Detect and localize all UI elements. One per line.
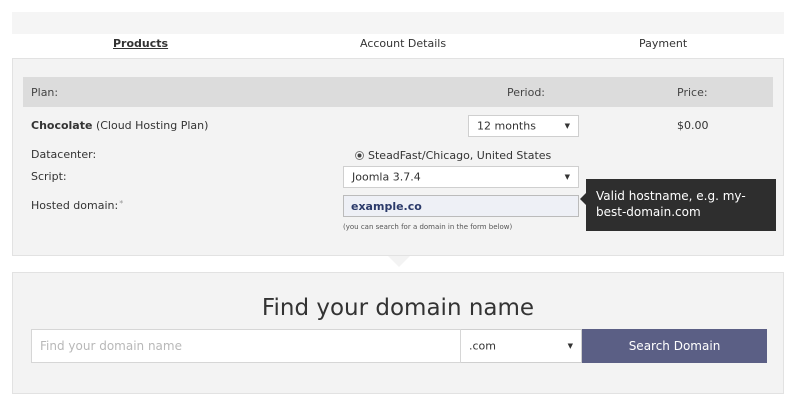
script-label: Script: [31,170,67,183]
tld-select-value: .com [469,339,496,353]
price-value: $0.00 [677,119,709,132]
search-title: Find your domain name [261,295,535,321]
domain-hint: (you can search for a domain in the form… [343,223,513,231]
table-header: Plan: Period: Price: [23,77,773,107]
hosted-domain-label-wrap: Hosted domain:* [31,199,123,212]
datacenter-radio[interactable]: SteadFast/Chicago, United States [355,149,551,162]
header-period: Period: [507,86,546,99]
step-payment[interactable]: Payment [639,37,687,50]
script-select-value: Joomla 3.7.4 [352,170,421,184]
chevron-down-icon: ▼ [567,342,573,350]
radio-selected-icon[interactable] [355,151,364,160]
period-select[interactable]: 12 months ▼ [468,115,579,137]
panel-notch [388,256,410,267]
header-plan: Plan: [31,86,59,99]
chevron-down-icon: ▼ [564,173,570,181]
plan-name-cell: Chocolate (Cloud Hosting Plan) [31,119,208,132]
plan-type: (Cloud Hosting Plan) [92,119,209,132]
tld-select[interactable]: .com ▼ [461,329,582,363]
hosted-domain-label: Hosted domain: [31,199,119,212]
search-domain-button[interactable]: Search Domain [582,329,767,363]
step-account-details[interactable]: Account Details [360,37,446,50]
header-price: Price: [677,86,708,99]
datacenter-value: SteadFast/Chicago, United States [368,149,552,162]
datacenter-label: Datacenter: [31,148,97,161]
script-select[interactable]: Joomla 3.7.4 ▼ [343,166,579,188]
top-strip [12,12,784,34]
chevron-down-icon: ▼ [564,122,570,130]
required-mark: * [119,199,124,208]
plan-name: Chocolate [31,119,93,132]
domain-search-input[interactable] [31,329,461,363]
validation-tooltip: Valid hostname, e.g. my-best-domain.com [586,179,776,231]
step-products[interactable]: Products [113,37,168,50]
hosted-domain-input[interactable] [343,195,579,217]
checkout-steps: Products Account Details Payment [12,34,784,56]
domain-search-panel: Find your domain name .com ▼ Search Doma… [12,272,784,394]
period-select-value: 12 months [477,119,536,133]
